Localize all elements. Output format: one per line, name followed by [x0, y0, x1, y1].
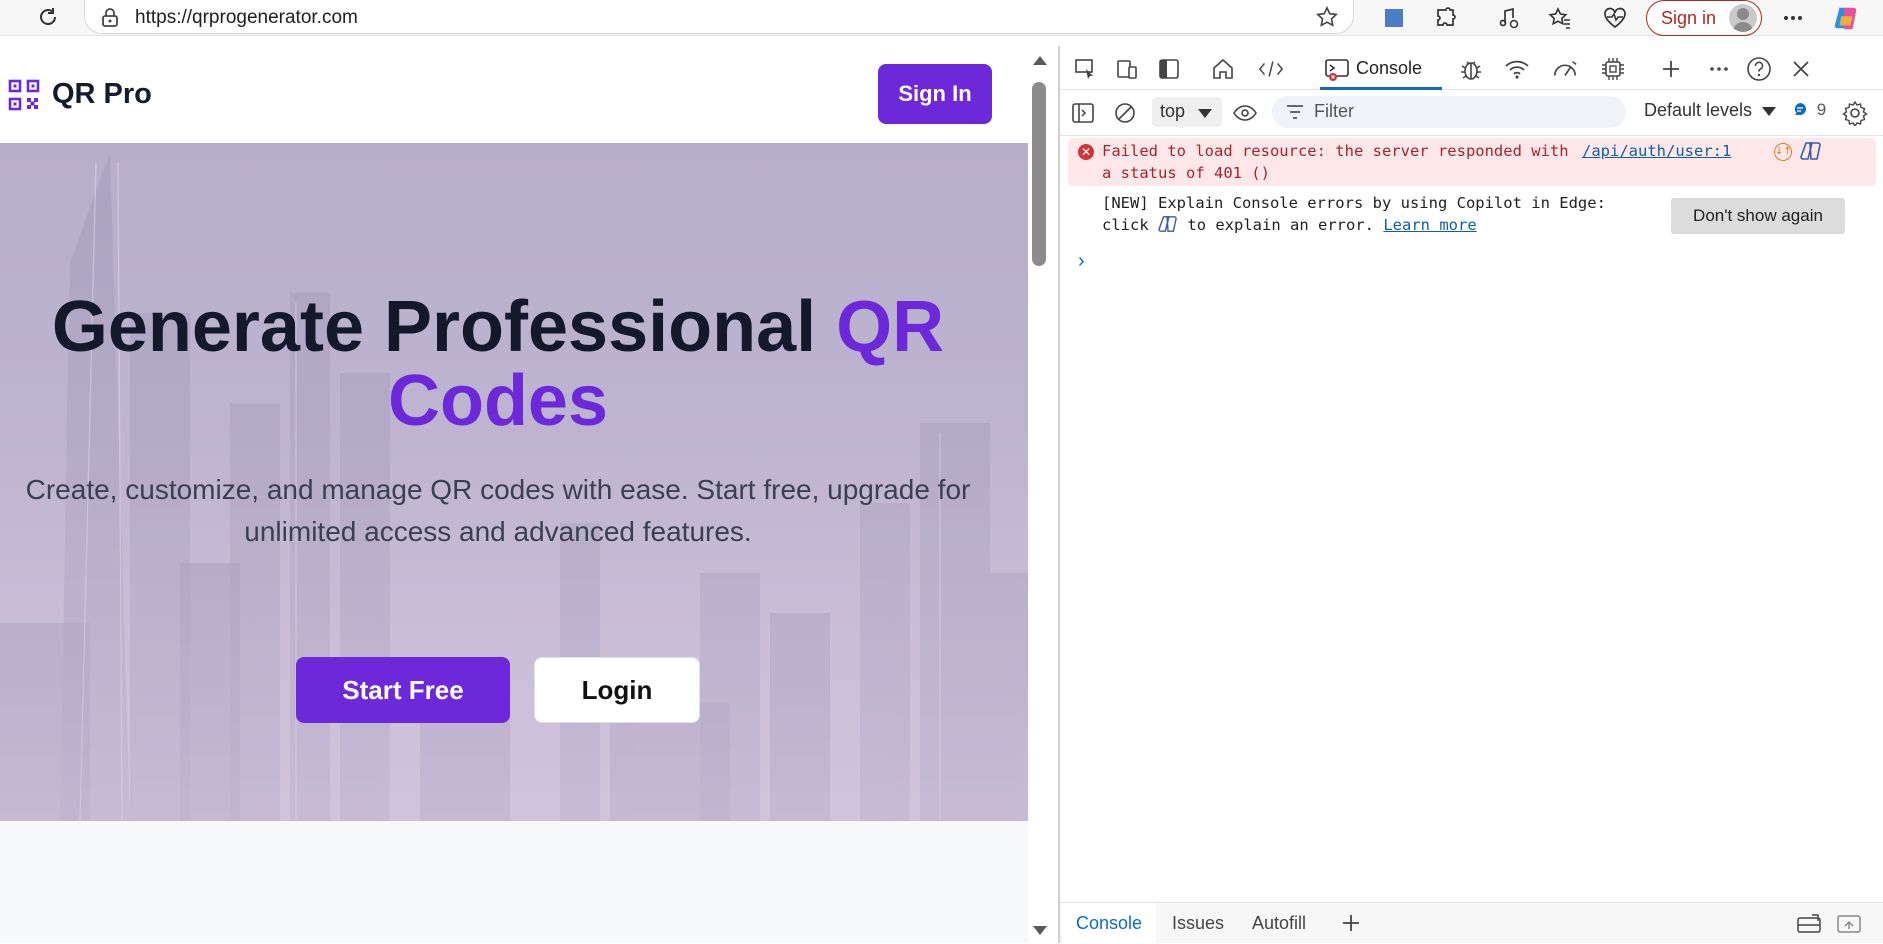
- devtools-more-icon[interactable]: [1706, 56, 1732, 82]
- browser-toolbar: https://qrprogenerator.com Sign in: [0, 0, 1883, 36]
- site-header: QR Pro Sign In: [0, 46, 1028, 143]
- page-scrollbar[interactable]: [1028, 46, 1052, 943]
- log-levels-label: Default levels: [1644, 100, 1753, 120]
- refresh-icon[interactable]: [34, 3, 62, 31]
- info-text: [NEW] Explain Console errors by using Co…: [1102, 192, 1662, 236]
- chevron-down-icon: [1198, 109, 1212, 118]
- media-control-icon[interactable]: [1494, 4, 1522, 32]
- error-source-link[interactable]: /api/auth/user:1: [1582, 140, 1731, 162]
- start-free-button[interactable]: Start Free: [296, 657, 510, 723]
- error-line2: a status of 401 (): [1102, 164, 1270, 182]
- dock-drawer-icon[interactable]: [1796, 911, 1822, 937]
- context-selector[interactable]: top: [1152, 97, 1222, 127]
- expand-drawer-icon[interactable]: [1836, 911, 1862, 937]
- hero-title: Generate Professional QR Codes: [0, 290, 996, 438]
- favorite-star-icon[interactable]: [1315, 5, 1339, 34]
- more-options-icon[interactable]: [1779, 4, 1807, 32]
- drawer-tab-issues[interactable]: Issues: [1172, 903, 1224, 944]
- info-line2-post: to explain an error.: [1187, 216, 1374, 234]
- hero-subtitle-line2: unlimited access and advanced features.: [244, 516, 752, 547]
- filter-input[interactable]: Filter: [1272, 96, 1626, 128]
- avatar: [1729, 4, 1757, 32]
- extension-square-icon[interactable]: [1380, 4, 1408, 32]
- devtools-panel: Console top Filter Default levels 9 ✕ Fa…: [1058, 46, 1883, 944]
- inspect-element-icon[interactable]: [1072, 56, 1098, 82]
- message-count-badge[interactable]: 9: [1792, 100, 1826, 120]
- context-selector-value: top: [1160, 101, 1186, 121]
- clear-console-icon[interactable]: [1112, 100, 1138, 126]
- performance-gauge-icon[interactable]: [1552, 56, 1578, 82]
- extensions-puzzle-icon[interactable]: [1432, 4, 1460, 32]
- console-settings-gear-icon[interactable]: [1842, 100, 1868, 126]
- hero-subtitle: Create, customize, and manage QR codes w…: [0, 469, 996, 553]
- scroll-up-arrow-icon[interactable]: [1033, 56, 1047, 65]
- console-info-message: [NEW] Explain Console errors by using Co…: [1068, 188, 1876, 238]
- sign-in-button[interactable]: Sign In: [878, 64, 992, 124]
- device-emulation-icon[interactable]: [1114, 56, 1140, 82]
- tab-console[interactable]: Console: [1320, 50, 1442, 90]
- console-toolbar: top Filter Default levels 9: [1060, 90, 1883, 136]
- message-count: 9: [1816, 100, 1827, 119]
- filter-placeholder: Filter: [1314, 101, 1354, 121]
- browser-essentials-icon[interactable]: [1601, 4, 1629, 32]
- info-line2-pre: click: [1102, 216, 1149, 234]
- filter-icon: [1287, 105, 1303, 119]
- close-devtools-icon[interactable]: [1788, 56, 1814, 82]
- hero-subtitle-line1: Create, customize, and manage QR codes w…: [25, 474, 971, 505]
- add-tool-plus-icon[interactable]: [1658, 56, 1684, 82]
- dock-side-icon[interactable]: [1156, 56, 1182, 82]
- message-bubble-icon: [1794, 103, 1806, 115]
- network-request-icon[interactable]: ↓↑: [1774, 143, 1792, 161]
- devtools-tab-bar: Console: [1060, 46, 1883, 90]
- scrollbar-thumb[interactable]: [1032, 82, 1046, 266]
- add-drawer-tab-plus-icon[interactable]: [1338, 910, 1364, 936]
- hero-section: Generate Professional QR Codes Create, c…: [0, 143, 1028, 821]
- network-wifi-icon[interactable]: [1504, 56, 1530, 82]
- address-url[interactable]: https://qrprogenerator.com: [135, 7, 358, 29]
- qr-logo-icon: [8, 79, 40, 111]
- copilot-inline-icon: [1158, 216, 1177, 232]
- drawer-tab-console[interactable]: Console: [1062, 903, 1157, 944]
- logo-text[interactable]: QR Pro: [52, 78, 152, 111]
- drawer-tab-autofill[interactable]: Autofill: [1252, 903, 1306, 944]
- console-prompt-chevron-icon[interactable]: ›: [1078, 250, 1085, 273]
- copilot-icon[interactable]: [1832, 4, 1860, 32]
- error-icon: ✕: [1078, 144, 1094, 160]
- explain-with-copilot-icon[interactable]: [1800, 141, 1822, 167]
- scroll-down-arrow-icon[interactable]: [1033, 926, 1047, 935]
- hero-title-main: Generate Professional: [51, 287, 817, 367]
- show-sidebar-icon[interactable]: [1070, 100, 1096, 126]
- login-button[interactable]: Login: [534, 657, 700, 723]
- log-levels-dropdown[interactable]: Default levels: [1644, 100, 1777, 121]
- profile-sign-in-button[interactable]: Sign in: [1646, 0, 1762, 36]
- page-viewport: QR Pro Sign In Generate Professional QR …: [0, 46, 1028, 943]
- address-bar[interactable]: https://qrprogenerator.com: [84, 0, 1354, 34]
- tab-console-label: Console: [1356, 58, 1423, 78]
- elements-code-icon[interactable]: [1258, 56, 1284, 82]
- error-line1: Failed to load resource: the server resp…: [1102, 142, 1569, 160]
- memory-chip-icon[interactable]: [1600, 56, 1626, 82]
- profile-sign-in-label: Sign in: [1661, 7, 1717, 28]
- hero-title-accent-codes: Codes: [387, 361, 609, 441]
- dont-show-again-button[interactable]: Don't show again: [1671, 198, 1845, 234]
- console-icon: [1325, 58, 1349, 81]
- welcome-home-icon[interactable]: [1210, 56, 1236, 82]
- chevron-down-icon: [1762, 106, 1777, 116]
- sources-bug-icon[interactable]: [1458, 56, 1484, 82]
- drawer-tab-bar: Console Issues Autofill: [1060, 902, 1883, 944]
- hero-title-accent-qr: QR: [836, 287, 945, 367]
- live-expression-eye-icon[interactable]: [1232, 100, 1258, 126]
- help-icon[interactable]: [1746, 56, 1772, 82]
- favorites-icon[interactable]: [1546, 4, 1574, 32]
- info-line1: [NEW] Explain Console errors by using Co…: [1102, 194, 1606, 212]
- console-error-message[interactable]: ✕ Failed to load resource: the server re…: [1068, 138, 1876, 186]
- lock-icon[interactable]: [99, 7, 121, 34]
- learn-more-link[interactable]: Learn more: [1383, 216, 1476, 234]
